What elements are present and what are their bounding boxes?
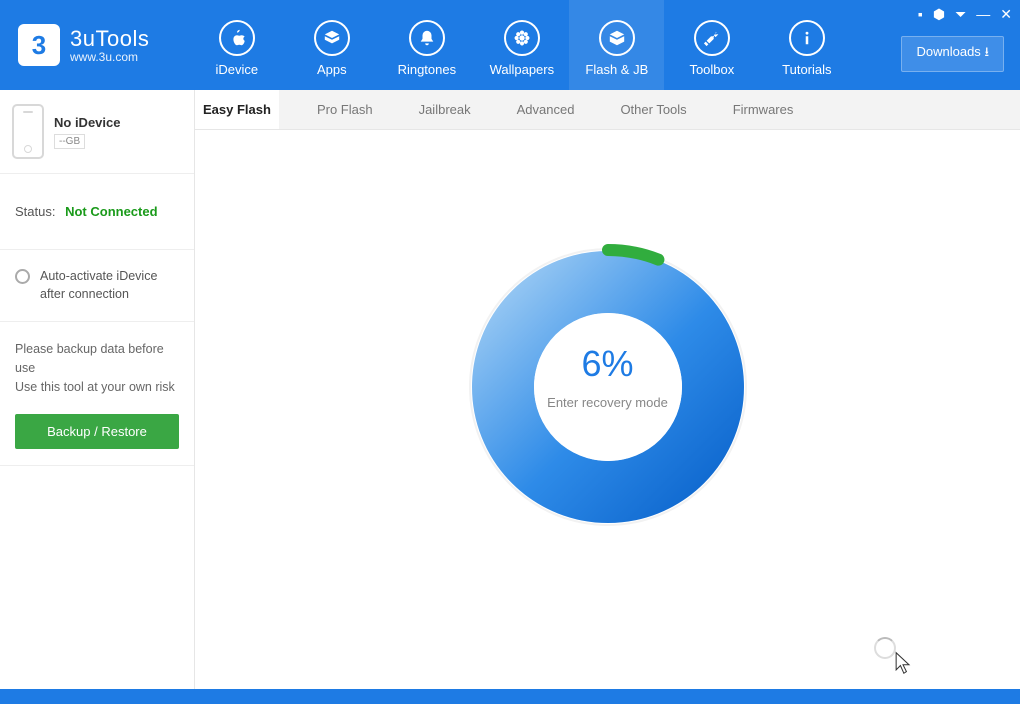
chat-icon[interactable]: ▪ [918, 6, 923, 23]
nav-item-apps[interactable]: Apps [284, 0, 379, 90]
nav-item-toolbox[interactable]: Toolbox [664, 0, 759, 90]
status-label: Status: [15, 204, 55, 219]
downloads-button[interactable]: Downloads ⭳ [901, 36, 1004, 72]
donut-ring: 6% Enter recovery mode [463, 242, 753, 532]
app-title: 3uTools [70, 26, 149, 52]
backup-restore-button[interactable]: Backup / Restore [15, 414, 179, 449]
progress-donut: 6% Enter recovery mode [463, 242, 753, 532]
bell-icon [409, 20, 445, 56]
apple-icon [219, 20, 255, 56]
nav-label: Flash & JB [585, 62, 648, 77]
warn-block: Please backup data before use Use this t… [0, 322, 194, 406]
device-info: No iDevice --GB [54, 115, 120, 149]
app-header: 3 3uTools www.3u.com iDevice Apps Ringtone… [0, 0, 1020, 90]
subtab-easy-flash[interactable]: Easy Flash [195, 90, 279, 129]
warn-line-1: Please backup data before use [15, 340, 179, 378]
top-nav: iDevice Apps Ringtones Wallpapers Flash & JB… [189, 0, 854, 90]
info-icon [789, 20, 825, 56]
subtab-firmwares[interactable]: Firmwares [725, 90, 802, 129]
app-subtitle: www.3u.com [70, 50, 149, 64]
nav-item-idevice[interactable]: iDevice [189, 0, 284, 90]
download-icon: ⭳ [984, 44, 989, 59]
logo-block: 3 3uTools www.3u.com [18, 24, 149, 66]
warn-line-2: Use this tool at your own risk [15, 378, 179, 397]
sidebar: No iDevice --GB Status: Not Connected Au… [0, 90, 195, 689]
nav-label: iDevice [216, 62, 259, 77]
device-storage: --GB [54, 134, 85, 149]
auto-activate-label: Auto-activate iDevice after connection [40, 268, 179, 303]
subtab-other-tools[interactable]: Other Tools [612, 90, 694, 129]
tshirt-icon[interactable]: ⬢ [933, 6, 945, 23]
pin-icon[interactable]: ⏷ [955, 6, 966, 23]
logo-text: 3uTools www.3u.com [70, 26, 149, 64]
nav-label: Toolbox [689, 62, 734, 77]
downloads-label: Downloads [916, 44, 980, 59]
auto-activate-radio[interactable] [15, 269, 30, 284]
nav-label: Ringtones [398, 62, 457, 77]
donut-center: 6% Enter recovery mode [534, 313, 682, 461]
box-icon [599, 20, 635, 56]
tools-icon [694, 20, 730, 56]
nav-label: Apps [317, 62, 347, 77]
nav-item-ringtones[interactable]: Ringtones [379, 0, 474, 90]
bottom-bar [0, 689, 1020, 704]
nav-item-wallpapers[interactable]: Wallpapers [474, 0, 569, 90]
apps-icon [314, 20, 350, 56]
nav-label: Tutorials [782, 62, 831, 77]
nav-label: Wallpapers [490, 62, 555, 77]
loading-spinner-icon [874, 637, 896, 659]
window-controls: ▪ ⬢ ⏷ — ✕ [918, 6, 1012, 23]
subtab-pro-flash[interactable]: Pro Flash [309, 90, 381, 129]
device-block: No iDevice --GB [0, 90, 194, 174]
close-icon[interactable]: ✕ [1000, 6, 1012, 23]
progress-label: Enter recovery mode [534, 395, 682, 410]
cursor-icon [894, 651, 912, 675]
progress-percent: 6% [534, 343, 682, 385]
main-area: 6% Enter recovery mode [195, 130, 1020, 689]
status-block: Status: Not Connected [0, 174, 194, 250]
nav-item-tutorials[interactable]: Tutorials [759, 0, 854, 90]
minimize-icon[interactable]: — [976, 6, 990, 23]
nav-item-flash-jb[interactable]: Flash & JB [569, 0, 664, 90]
status-value: Not Connected [65, 204, 157, 219]
phone-icon [12, 104, 44, 159]
subtab-advanced[interactable]: Advanced [509, 90, 583, 129]
flower-icon [504, 20, 540, 56]
logo-badge: 3 [18, 24, 60, 66]
subtab-jailbreak[interactable]: Jailbreak [411, 90, 479, 129]
auto-activate-block: Auto-activate iDevice after connection [0, 250, 194, 322]
backup-section: Please backup data before use Use this t… [0, 322, 194, 466]
device-title: No iDevice [54, 115, 120, 130]
